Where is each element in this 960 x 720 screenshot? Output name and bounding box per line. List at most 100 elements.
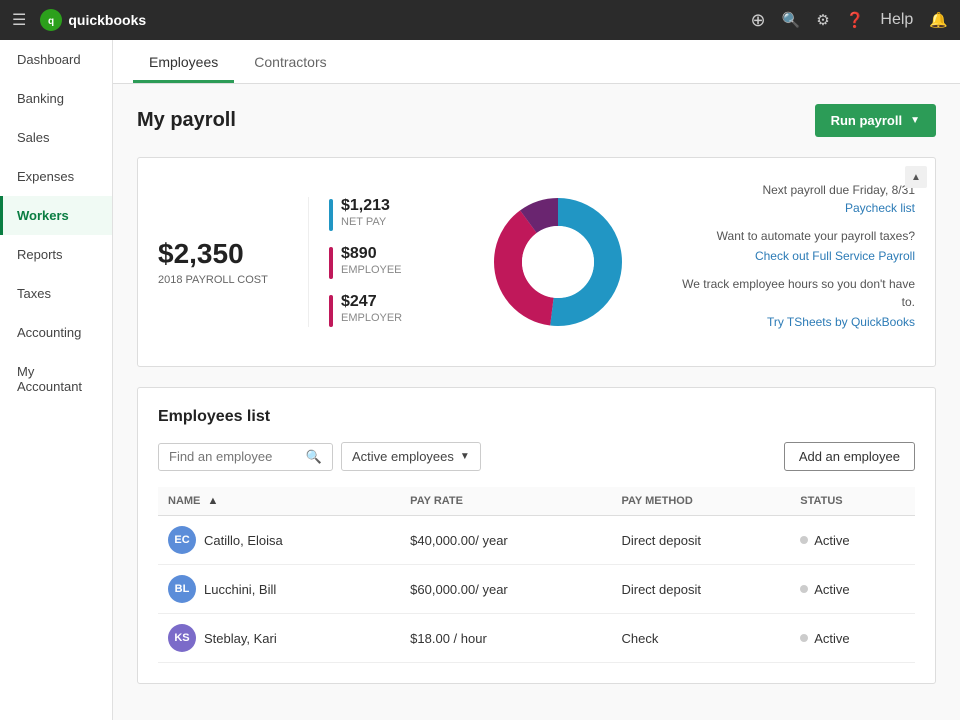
net-pay-bar [329,199,333,231]
payroll-total-label: 2018 PAYROLL COST [158,274,298,286]
employee-name-cell[interactable]: BL Lucchini, Bill [158,565,400,614]
sidebar-item-banking[interactable]: Banking [0,79,112,118]
employee-name-cell[interactable]: KS Steblay, Kari [158,614,400,663]
tsheets-link[interactable]: Try TSheets by QuickBooks [678,315,915,329]
nav-left: ☰ q quickbooks [12,9,146,31]
sidebar-item-dashboard[interactable]: Dashboard [0,40,112,79]
payroll-amount: $2,350 [158,238,298,270]
status-dot-icon [800,585,808,593]
tab-employees[interactable]: Employees [133,44,234,83]
employee-name: Catillo, Eloisa [204,533,283,548]
employee-status-cell: Active [790,516,915,565]
active-employees-filter[interactable]: Active employees ▼ [341,442,481,471]
breakdown-employee: $890 EMPLOYEE [329,245,448,279]
employee-pay-rate: $18.00 / hour [400,614,611,663]
employee-pay-method: Direct deposit [611,516,790,565]
employee-status-cell: Active [790,614,915,663]
status-badge: Active [814,582,849,597]
avatar: BL [168,575,196,603]
employee-label: EMPLOYEE [341,264,402,276]
gear-icon[interactable]: ⚙ [816,11,829,29]
status-dot-icon [800,634,808,642]
employee-name-cell[interactable]: EC Catillo, Eloisa [158,516,400,565]
payroll-breakdown: $1,213 NET PAY $890 EMPLOYEE [308,197,468,327]
svg-text:q: q [48,16,54,27]
list-controls-left: 🔍 Active employees ▼ [158,442,481,471]
column-header-status: STATUS [790,487,915,516]
search-input[interactable] [169,449,300,464]
tab-contractors[interactable]: Contractors [238,44,342,83]
employee-search-box[interactable]: 🔍 [158,443,333,471]
net-pay-amount: $1,213 [341,197,390,215]
hamburger-icon[interactable]: ☰ [12,10,26,30]
sidebar-item-reports[interactable]: Reports [0,235,112,274]
run-payroll-button[interactable]: Run payroll ▼ [815,104,936,137]
page-title: My payroll [137,109,236,132]
plus-icon[interactable]: ⊕ [750,10,765,31]
employee-pay-rate: $60,000.00/ year [400,565,611,614]
sidebar-item-my-accountant[interactable]: My Accountant [0,352,112,406]
avatar: KS [168,624,196,652]
full-service-link[interactable]: Check out Full Service Payroll [678,249,915,263]
table-row[interactable]: BL Lucchini, Bill $60,000.00/ year Direc… [158,565,915,614]
column-header-pay-rate: PAY RATE [400,487,611,516]
employee-amount: $890 [341,245,402,263]
page-header: My payroll Run payroll ▼ [137,104,936,137]
collapse-button[interactable]: ▲ [905,166,927,188]
automate-text: Want to automate your payroll taxes? [678,227,915,245]
help-label[interactable]: Help [880,11,913,29]
nav-right: ⊕ 🔍 ⚙ ❓ Help 🔔 [750,10,948,31]
column-header-name[interactable]: NAME ▲ [158,487,400,516]
sidebar-item-taxes[interactable]: Taxes [0,274,112,313]
employee-table-body: EC Catillo, Eloisa $40,000.00/ year Dire… [158,516,915,663]
employee-name: Steblay, Kari [204,631,277,646]
bell-icon[interactable]: 🔔 [929,11,948,29]
payroll-total: $2,350 2018 PAYROLL COST [158,238,298,286]
employee-pay-rate: $40,000.00/ year [400,516,611,565]
filter-dropdown-arrow-icon: ▼ [460,451,470,462]
add-employee-button[interactable]: Add an employee [784,442,915,471]
status-dot-icon [800,536,808,544]
payroll-summary-card: ▲ $2,350 2018 PAYROLL COST $1,213 NET PA… [137,157,936,367]
sort-arrow-icon: ▲ [207,495,218,507]
track-text: We track employee hours so you don't hav… [678,275,915,311]
help-icon[interactable]: ❓ [846,11,865,29]
sidebar-item-expenses[interactable]: Expenses [0,157,112,196]
table-row[interactable]: KS Steblay, Kari $18.00 / hour Check Act… [158,614,915,663]
employee-pay-method: Direct deposit [611,565,790,614]
status-badge: Active [814,533,849,548]
employees-list-title: Employees list [158,408,915,426]
sidebar: Dashboard Banking Sales Expenses Workers… [0,40,113,720]
status-badge: Active [814,631,849,646]
avatar: EC [168,526,196,554]
logo-icon: q [40,9,62,31]
dropdown-arrow-icon: ▼ [910,115,920,126]
list-controls: 🔍 Active employees ▼ Add an employee [158,442,915,471]
employer-label: EMPLOYER [341,312,402,324]
column-header-pay-method: PAY METHOD [611,487,790,516]
table-header: NAME ▲ PAY RATE PAY METHOD STATUS [158,487,915,516]
donut-chart [468,182,648,342]
employees-section: Employees list 🔍 Active employees ▼ Add [137,387,936,684]
main-layout: Dashboard Banking Sales Expenses Workers… [0,40,960,720]
paycheck-list-link[interactable]: Paycheck list [678,201,915,215]
tab-bar: Employees Contractors [113,40,960,84]
employer-amount: $247 [341,293,402,311]
payroll-info: Next payroll due Friday, 8/31 Paycheck l… [648,183,915,341]
sidebar-item-workers[interactable]: Workers [0,196,112,235]
sidebar-item-accounting[interactable]: Accounting [0,313,112,352]
search-icon[interactable]: 🔍 [782,11,801,29]
sidebar-item-sales[interactable]: Sales [0,118,112,157]
logo: q quickbooks [40,9,146,31]
employer-bar [329,295,333,327]
top-navigation: ☰ q quickbooks ⊕ 🔍 ⚙ ❓ Help 🔔 [0,0,960,40]
employee-bar [329,247,333,279]
next-payroll-text: Next payroll due Friday, 8/31 [678,183,915,197]
search-icon: 🔍 [306,449,322,465]
employee-name: Lucchini, Bill [204,582,276,597]
content-area: Employees Contractors My payroll Run pay… [113,40,960,720]
employee-table: NAME ▲ PAY RATE PAY METHOD STATUS EC Cat… [158,487,915,663]
net-pay-label: NET PAY [341,216,390,228]
employee-status-cell: Active [790,565,915,614]
table-row[interactable]: EC Catillo, Eloisa $40,000.00/ year Dire… [158,516,915,565]
